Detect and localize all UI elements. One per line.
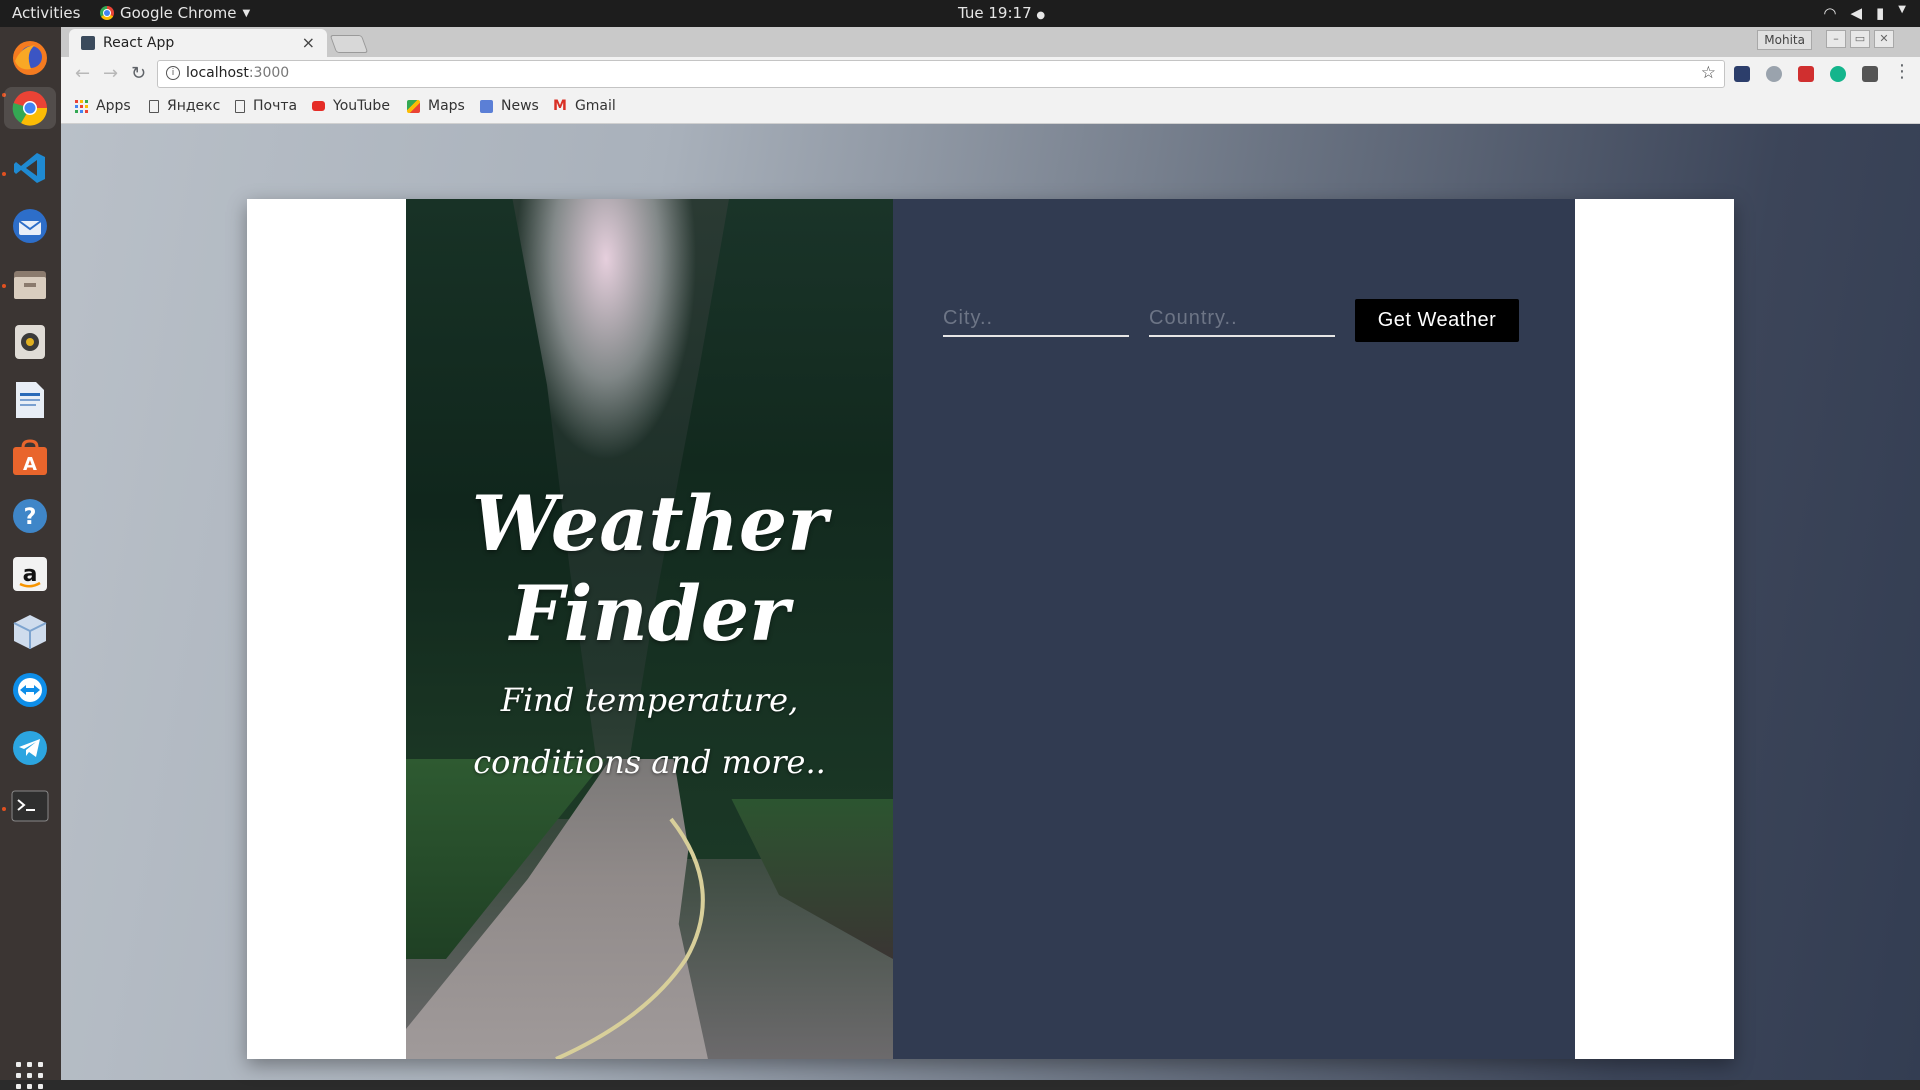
telegram-icon[interactable] (9, 727, 51, 769)
react-favicon-icon (81, 36, 95, 50)
profile-button[interactable]: Mohita (1757, 30, 1812, 50)
bookmark-label: Gmail (574, 98, 616, 114)
activities-button[interactable]: Activities (12, 4, 80, 22)
extension-icon-1[interactable] (1734, 66, 1750, 82)
weather-form-panel: Get Weather (893, 199, 1575, 1059)
apps-grid-icon (75, 99, 88, 113)
get-weather-button[interactable]: Get Weather (1355, 299, 1519, 342)
amazon-icon[interactable]: a (9, 553, 51, 595)
city-input[interactable] (943, 301, 1129, 337)
running-indicator (2, 284, 6, 288)
close-tab-icon[interactable]: × (302, 33, 315, 52)
url-port: :3000 (248, 65, 290, 81)
svg-text:a: a (23, 562, 38, 587)
notification-dot-icon: ● (1036, 10, 1046, 21)
firefox-icon[interactable] (9, 37, 51, 79)
browser-toolbar: ← → ↻ i localhost:3000 ☆ ⋮ (61, 57, 1920, 91)
app-menu-label: Google Chrome (120, 4, 237, 22)
teamviewer-icon[interactable] (9, 669, 51, 711)
show-applications-icon[interactable] (16, 1062, 44, 1090)
address-bar[interactable]: i localhost:3000 ☆ (157, 60, 1725, 88)
rhythmbox-icon[interactable] (9, 321, 51, 363)
tab-title: React App (103, 35, 175, 51)
tab-strip: React App × Mohita – ▭ ✕ (61, 27, 1920, 57)
terminal-icon[interactable] (9, 785, 51, 827)
volume-icon: ◀ (1850, 4, 1863, 22)
app-menu[interactable]: Google Chrome ▼ (100, 4, 250, 22)
chrome-launcher-icon[interactable] (4, 87, 56, 129)
extension-icon-5[interactable] (1862, 66, 1878, 82)
chevron-down-icon: ▼ (1898, 4, 1906, 15)
bookmark-label: YouTube (333, 98, 390, 114)
hero-image-panel: Weather Finder Find temperature, conditi… (406, 199, 893, 1059)
extension-icon-2[interactable] (1766, 66, 1782, 82)
gmail-icon: M (553, 98, 567, 114)
bookmark-pochta[interactable]: Почта (235, 98, 297, 114)
new-tab-button[interactable] (329, 35, 369, 53)
vscode-icon[interactable] (9, 147, 51, 189)
url-host: localhost (186, 65, 249, 81)
bookmark-label: Яндекс (167, 98, 221, 114)
svg-text:A: A (23, 454, 37, 475)
maps-icon (407, 99, 420, 113)
news-icon (480, 99, 493, 113)
system-tray[interactable]: ◠ ◀ ▮ ▼ (1823, 4, 1906, 22)
page-viewport: Weather Finder Find temperature, conditi… (61, 124, 1920, 1080)
bookmark-label: Maps (428, 98, 465, 114)
country-input[interactable] (1149, 301, 1335, 337)
chrome-window: React App × Mohita – ▭ ✕ ← → ↻ i localho… (61, 27, 1920, 1080)
bookmark-label: Почта (253, 98, 298, 114)
forward-arrow-icon[interactable]: → (103, 63, 118, 84)
back-arrow-icon[interactable]: ← (75, 63, 90, 84)
page-icon (235, 99, 245, 113)
page-icon (149, 99, 159, 113)
writer-icon[interactable] (9, 379, 51, 421)
bookmark-label: Apps (96, 98, 131, 114)
page-title: Weather Finder (471, 479, 828, 658)
extension-icon-3[interactable] (1798, 66, 1814, 82)
menu-kebab-icon[interactable]: ⋮ (1893, 61, 1911, 82)
close-window-icon[interactable]: ✕ (1874, 30, 1894, 48)
maximize-icon[interactable]: ▭ (1850, 30, 1870, 48)
tab-react-app[interactable]: React App × (69, 29, 327, 57)
bookmark-yandex[interactable]: Яндекс (149, 98, 220, 114)
bookmark-label: News (501, 98, 539, 114)
running-indicator (2, 172, 6, 176)
extension-icon-4[interactable] (1830, 66, 1846, 82)
chrome-icon (100, 6, 114, 20)
software-center-icon[interactable]: A (9, 437, 51, 479)
bookmark-news[interactable]: News (480, 98, 539, 114)
help-icon[interactable]: ? (9, 495, 51, 537)
bookmark-star-icon[interactable]: ☆ (1701, 63, 1716, 83)
info-icon[interactable]: i (166, 66, 180, 80)
chevron-down-icon: ▼ (242, 7, 251, 19)
wifi-icon: ◠ (1823, 4, 1837, 22)
bookmark-youtube[interactable]: YouTube (312, 98, 390, 114)
bookmarks-bar: Apps Яндекс Почта YouTube Maps News M Gm… (61, 91, 1920, 124)
running-indicator (2, 807, 6, 811)
os-top-bar: Activities Google Chrome ▼ Tue 19:17 ● ◠… (0, 0, 1920, 27)
clock[interactable]: Tue 19:17 ● (958, 4, 1045, 22)
weather-card: Weather Finder Find temperature, conditi… (247, 199, 1734, 1059)
bookmark-gmail[interactable]: M Gmail (553, 98, 616, 114)
page-subtitle: Find temperature, conditions and more.. (473, 681, 826, 781)
reload-icon[interactable]: ↻ (131, 63, 146, 84)
launcher-dock: A ? a (0, 27, 61, 1089)
minimize-icon[interactable]: – (1826, 30, 1846, 48)
youtube-icon (312, 101, 325, 111)
files-icon[interactable] (9, 263, 51, 305)
bookmark-apps[interactable]: Apps (75, 98, 131, 114)
virtualbox-icon[interactable] (9, 611, 51, 653)
url-text: localhost:3000 (186, 65, 289, 81)
bookmark-maps[interactable]: Maps (407, 98, 465, 114)
svg-text:?: ? (24, 505, 37, 530)
battery-icon: ▮ (1876, 4, 1885, 22)
thunderbird-icon[interactable] (9, 205, 51, 247)
clock-label: Tue 19:17 (958, 4, 1032, 22)
